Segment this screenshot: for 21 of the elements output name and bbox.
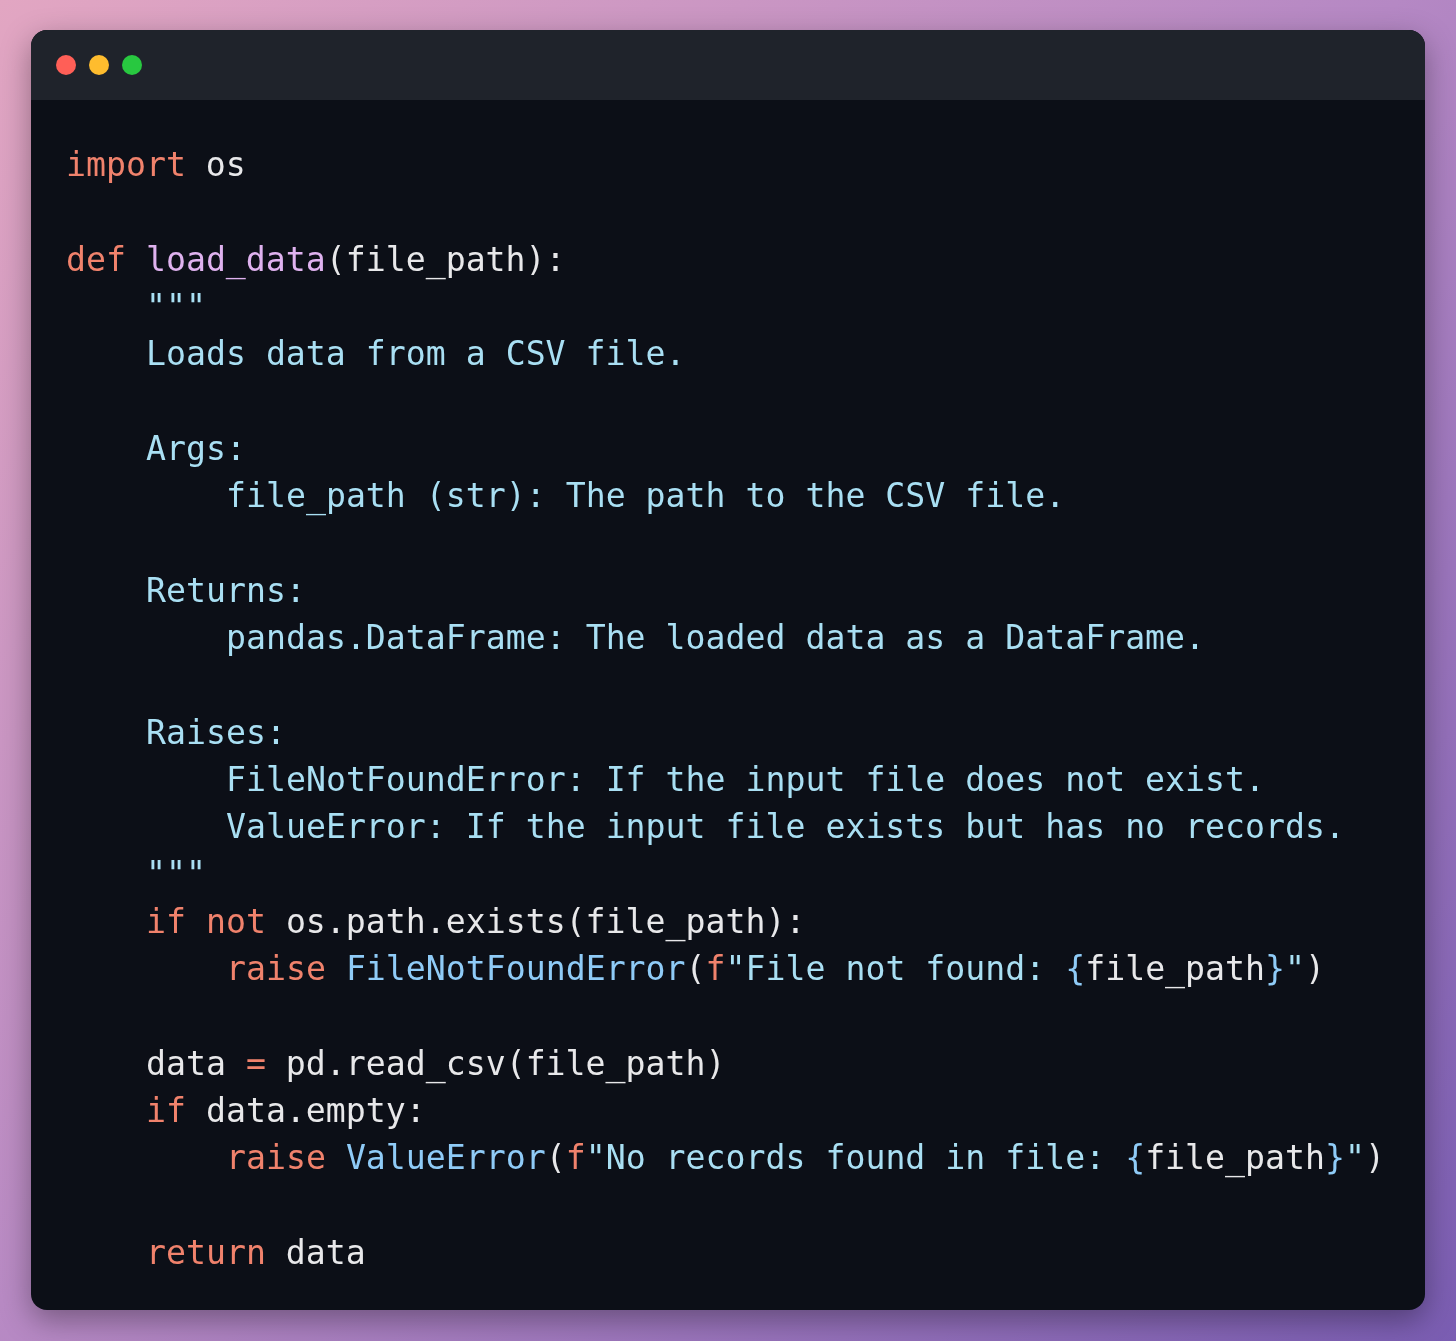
code-line: file_path (str): The path to the CSV file.	[226, 475, 1066, 518]
code-line: pandas.DataFrame: The loaded data as a DataFrame.	[226, 616, 1206, 659]
code-line: Raises:	[146, 711, 286, 754]
code-line: raise ValueError(f"No records found in file: {file_path}")	[226, 1137, 1385, 1180]
code-line: Returns:	[146, 569, 306, 612]
code-line: ValueError: If the input file exists but has no records.	[226, 806, 1345, 849]
minimize-button[interactable]	[89, 55, 109, 75]
code-line: Loads data from a CSV file.	[146, 333, 686, 376]
code-line: Args:	[146, 427, 246, 470]
code-line: data = pd.read_csv(file_path)	[146, 1042, 726, 1086]
zoom-button[interactable]	[122, 55, 142, 75]
close-button[interactable]	[56, 55, 76, 75]
code-line: """	[146, 853, 206, 896]
code-line: if not os.path.exists(file_path):	[146, 900, 806, 944]
code-line: return data	[146, 1231, 366, 1274]
code-line: FileNotFoundError: If the input file does not exist.	[226, 758, 1265, 801]
code-line: import os	[66, 144, 246, 186]
code-line: if data.empty:	[146, 1089, 426, 1132]
code-line: raise FileNotFoundError(f"File not found: {file_path}")	[226, 948, 1325, 991]
code-line: def load_data(file_path):	[66, 238, 566, 282]
code-line: """	[146, 285, 206, 328]
